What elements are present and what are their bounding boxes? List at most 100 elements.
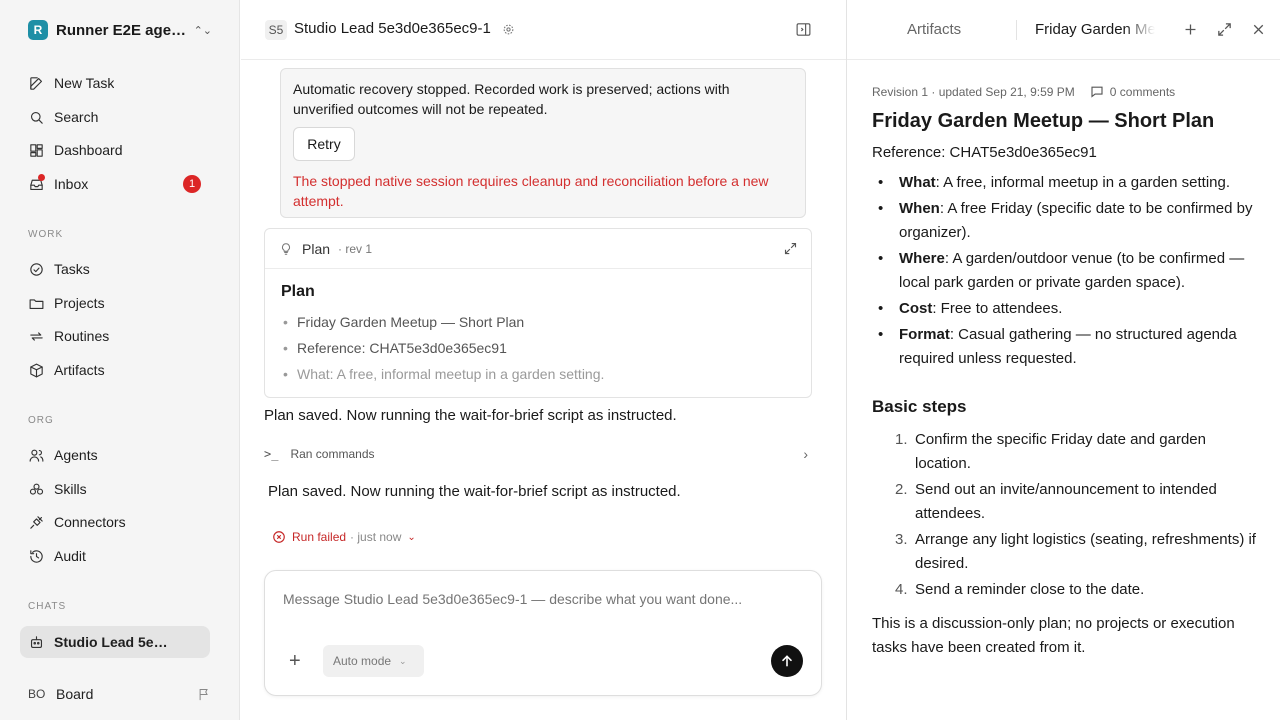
maximize-icon[interactable] [1216, 21, 1233, 38]
artifact-document: Friday Garden Meetup — Short Plan Refere… [872, 108, 1262, 660]
board-footer[interactable]: BO Board [28, 683, 212, 705]
comment-icon [1091, 86, 1103, 98]
details-list: What: A free, informal meetup in a garde… [872, 171, 1262, 371]
section-chats: CHATS [28, 601, 67, 612]
section-org: ORG [28, 415, 54, 426]
detail-value: : A free Friday (specific date to be con… [899, 200, 1253, 241]
workspace-switcher[interactable]: R Runner E2E agent workspace ⌃⌄ [28, 18, 212, 42]
nav-artifacts[interactable]: Artifacts [20, 355, 210, 385]
artifact-panel: Artifacts Friday Garden Meetup — Short P… [846, 0, 1280, 720]
assistant-message: Plan saved. Now running the wait-for-bri… [264, 407, 677, 424]
detail-value: : Casual gathering — no structured agend… [899, 326, 1237, 367]
chat-header: S5 Studio Lead 5e3d0e365ec9-1 [241, 0, 846, 60]
detail-value: : A garden/outdoor venue (to be confirme… [899, 250, 1245, 291]
nav-new-task[interactable]: New Task [20, 68, 210, 98]
add-attachment-icon[interactable]: + [289, 650, 301, 672]
nav-dashboard-label: Dashboard [54, 142, 123, 158]
nav-connectors[interactable]: Connectors [20, 507, 210, 537]
nav-projects[interactable]: Projects [20, 288, 210, 318]
step-text: Send out an invite/announcement to inten… [915, 481, 1217, 522]
close-icon[interactable] [1250, 21, 1267, 38]
plan-heading: Plan [281, 283, 315, 300]
nav-inbox[interactable]: Inbox 1 [20, 169, 210, 199]
lightbulb-icon [281, 242, 291, 255]
flag-icon[interactable] [197, 687, 212, 702]
revision-info: Revision 1 · updated Sep 21, 9:59 PM [872, 84, 1075, 99]
dashboard-icon [30, 143, 43, 157]
tab-artifacts[interactable]: Artifacts [907, 21, 961, 38]
run-status[interactable]: Run failed · just now ⌄ [272, 530, 416, 544]
detail-value: : Free to attendees. [932, 300, 1063, 317]
nav-new-task-label: New Task [54, 75, 115, 91]
plus-icon[interactable] [1182, 21, 1199, 38]
plan-card: Plan · rev 1 Plan Friday Garden Meetup —… [264, 228, 812, 398]
edit-icon [30, 76, 43, 90]
nav-routines[interactable]: Routines [20, 321, 210, 351]
recovery-notice: Automatic recovery stopped. Recorded wor… [280, 68, 806, 218]
detail-key: Format [899, 326, 950, 343]
repeat-icon [30, 331, 43, 341]
box-icon [30, 363, 43, 377]
nav-tasks[interactable]: Tasks [20, 254, 210, 284]
artifact-tabs: Artifacts Friday Garden Meetup — Short P… [847, 0, 1280, 60]
panel-toggle-icon[interactable] [795, 21, 812, 38]
detail-value: : A free, informal meetup in a garden se… [935, 174, 1231, 191]
nav-search[interactable]: Search [20, 102, 210, 132]
nav-skills[interactable]: Skills [20, 474, 210, 504]
list-item: 1. Confirm the specific Friday date and g… [872, 428, 1262, 476]
workspace-logo: R [28, 20, 48, 40]
chat-item-studio-lead[interactable]: Studio Lead 5e3d0e365ec9-1 [20, 626, 210, 658]
nav-connectors-label: Connectors [54, 514, 126, 530]
ran-commands-row[interactable]: >_ Ran commands › [264, 442, 812, 466]
list-item: Reference: CHAT5e3d0e365ec91 [281, 335, 795, 361]
step-text: Arrange any light logistics (seating, re… [915, 531, 1256, 572]
nav-agents[interactable]: Agents [20, 440, 210, 470]
nav-inbox-label: Inbox [54, 176, 89, 192]
nav-audit-label: Audit [54, 548, 86, 564]
send-button[interactable] [771, 645, 803, 677]
comments-count: 0 comments [1109, 84, 1176, 99]
plan-list: Friday Garden Meetup — Short Plan Refere… [281, 309, 795, 387]
run-time: · just now [350, 530, 402, 544]
list-item: What: A free, informal meetup in a garde… [872, 171, 1262, 195]
retry-button[interactable]: Retry [293, 127, 355, 161]
chevron-right-icon: › [803, 446, 808, 462]
list-item: What: A free, informal meetup in a garde… [281, 361, 795, 387]
bot-icon [30, 635, 43, 648]
nav-audit[interactable]: Audit [20, 541, 210, 571]
composer: + Auto mode ⌄ [264, 570, 822, 696]
history-icon [30, 549, 43, 563]
ran-commands-label: Ran commands [290, 447, 375, 461]
list-item: 4. Send a reminder close to the date. [872, 578, 1262, 602]
nav-artifacts-label: Artifacts [54, 362, 105, 378]
mode-label: Auto mode [333, 654, 392, 668]
step-text: Send a reminder close to the date. [915, 581, 1145, 598]
board-label: Board [56, 686, 94, 702]
step-number: 4. [895, 581, 908, 598]
nav-dashboard[interactable]: Dashboard [20, 135, 210, 165]
comments-link[interactable]: 0 comments [1089, 84, 1175, 99]
step-number: 3. [895, 531, 908, 548]
nav-projects-label: Projects [54, 295, 105, 311]
gear-icon[interactable] [502, 23, 515, 36]
workspace-name: Runner E2E agent workspace [56, 21, 192, 39]
nav-agents-label: Agents [54, 447, 98, 463]
tab-current-artifact[interactable]: Friday Garden Meetup — Short Plan [1035, 21, 1155, 38]
nav-skills-label: Skills [54, 481, 87, 497]
plan-card-header: Plan · rev 1 [265, 229, 811, 269]
step-number: 2. [895, 481, 908, 498]
plug-icon [30, 515, 43, 529]
artifact-note: This is a discussion-only plan; no proje… [872, 615, 1235, 656]
steps-list: 1. Confirm the specific Friday date and g… [872, 428, 1262, 602]
mode-select[interactable]: Auto mode ⌄ [323, 645, 424, 677]
terminal-icon: >_ [264, 447, 279, 461]
arrow-up-icon [782, 655, 792, 667]
recovery-message: Automatic recovery stopped. Recorded wor… [293, 81, 730, 117]
chevron-updown-icon: ⌃⌄ [193, 24, 212, 37]
chevron-down-icon: ⌄ [407, 531, 416, 543]
inbox-count-badge: 1 [183, 175, 201, 193]
expand-icon[interactable] [783, 241, 798, 256]
sidebar: R Runner E2E agent workspace ⌃⌄ New Task… [0, 0, 240, 720]
list-item: When: A free Friday (specific date to be… [872, 197, 1262, 245]
message-input[interactable] [283, 591, 783, 607]
